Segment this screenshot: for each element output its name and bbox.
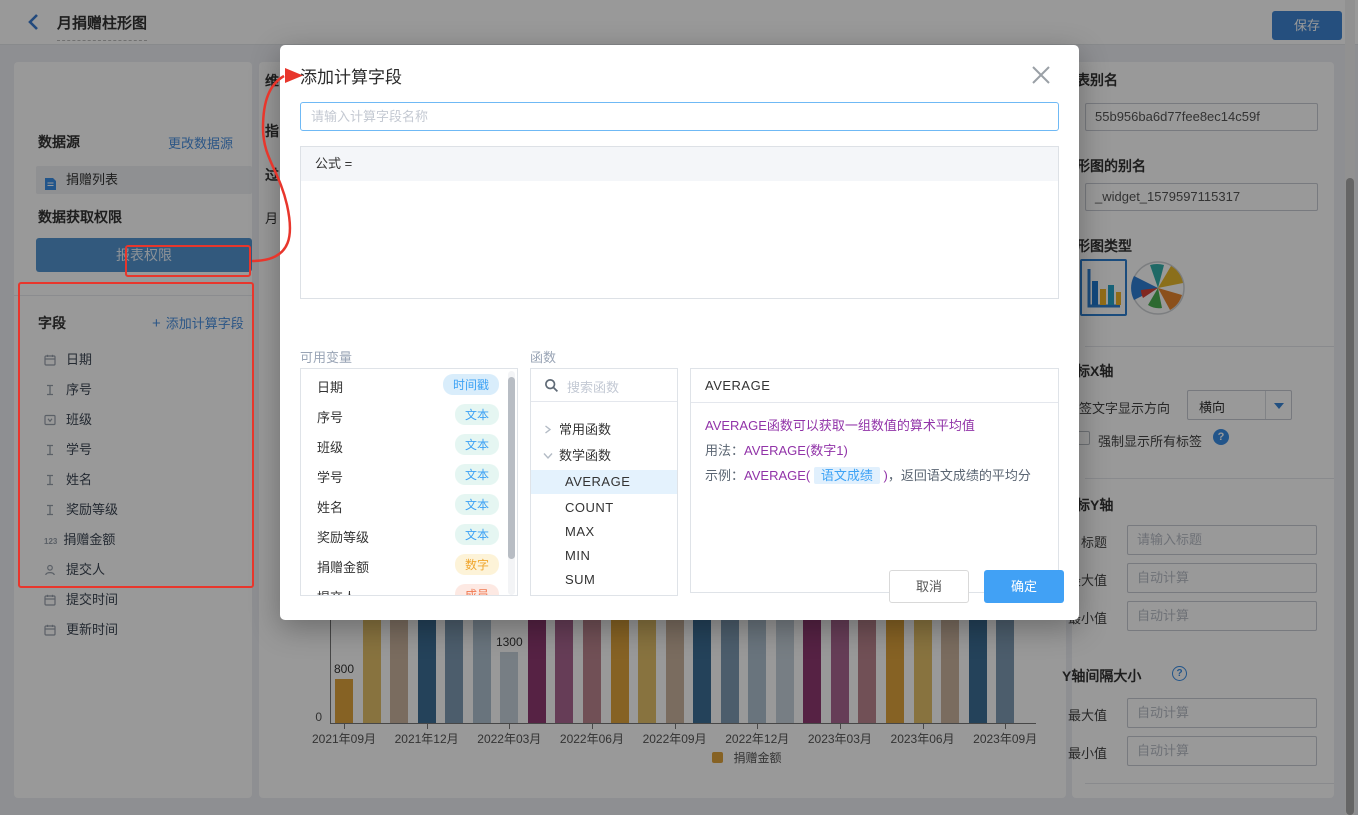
type-badge: 文本 xyxy=(455,524,499,545)
dialog-title: 添加计算字段 xyxy=(300,63,402,88)
close-icon[interactable] xyxy=(1030,64,1054,88)
type-badge: 文本 xyxy=(455,494,499,515)
type-badge: 文本 xyxy=(455,464,499,485)
variable-row[interactable]: 姓名文本 xyxy=(301,490,517,520)
variable-row[interactable]: 提交人成员 xyxy=(301,580,517,596)
function-item-sum[interactable]: SUM xyxy=(531,568,677,592)
doc-description: AVERAGE函数可以获取一组数值的算术平均值 用法：AVERAGE(数字1) … xyxy=(705,413,1045,488)
variables-list: 日期时间戳 序号文本 班级文本 学号文本 姓名文本 奖励等级文本 捐赠金额数字 … xyxy=(300,368,518,596)
variables-heading: 可用变量 xyxy=(300,347,352,366)
type-badge: 时间戳 xyxy=(443,374,499,395)
variable-row[interactable]: 奖励等级文本 xyxy=(301,520,517,550)
variable-row[interactable]: 日期时间戳 xyxy=(301,370,517,400)
formula-label: 公式 = xyxy=(301,147,1058,181)
add-calc-field-dialog: 添加计算字段 公式 = 可用变量 日期时间戳 序号文本 班级文本 学号文本 姓名… xyxy=(280,45,1079,620)
functions-panel: 搜索函数 常用函数 数学函数 AVERAGE COUNT MAX MIN SUM xyxy=(530,368,678,596)
type-badge: 文本 xyxy=(455,434,499,455)
functions-heading: 函数 xyxy=(530,347,556,366)
function-search[interactable]: 搜索函数 xyxy=(531,369,677,402)
calc-field-name-input[interactable] xyxy=(300,102,1059,131)
confirm-button[interactable]: 确定 xyxy=(984,570,1064,603)
variable-row[interactable]: 学号文本 xyxy=(301,460,517,490)
chevron-down-icon xyxy=(543,448,552,457)
chevron-right-icon xyxy=(543,422,552,431)
function-item-min[interactable]: MIN xyxy=(531,544,677,568)
variable-row[interactable]: 捐赠金额数字 xyxy=(301,550,517,580)
function-item-count[interactable]: COUNT xyxy=(531,496,677,520)
cancel-button[interactable]: 取消 xyxy=(889,570,969,603)
doc-function-name: AVERAGE xyxy=(691,369,1058,403)
type-badge: 成员 xyxy=(455,584,499,596)
search-icon xyxy=(544,378,559,398)
tree-group-math[interactable]: 数学函数 xyxy=(531,441,677,465)
type-badge: 文本 xyxy=(455,404,499,425)
formula-editor[interactable]: 公式 = xyxy=(300,146,1059,299)
function-item-average[interactable]: AVERAGE xyxy=(531,470,677,494)
search-placeholder: 搜索函数 xyxy=(567,377,619,396)
type-badge: 数字 xyxy=(455,554,499,575)
function-doc-panel: AVERAGE AVERAGE函数可以获取一组数值的算术平均值 用法：AVERA… xyxy=(690,368,1059,593)
function-item-max[interactable]: MAX xyxy=(531,520,677,544)
scrollbar-thumb[interactable] xyxy=(508,377,515,559)
variable-row[interactable]: 班级文本 xyxy=(301,430,517,460)
variables-scrollbar[interactable] xyxy=(508,371,515,595)
field-chip: 语文成绩 xyxy=(814,467,880,484)
tree-group-common[interactable]: 常用函数 xyxy=(531,415,677,439)
variable-row[interactable]: 序号文本 xyxy=(301,400,517,430)
